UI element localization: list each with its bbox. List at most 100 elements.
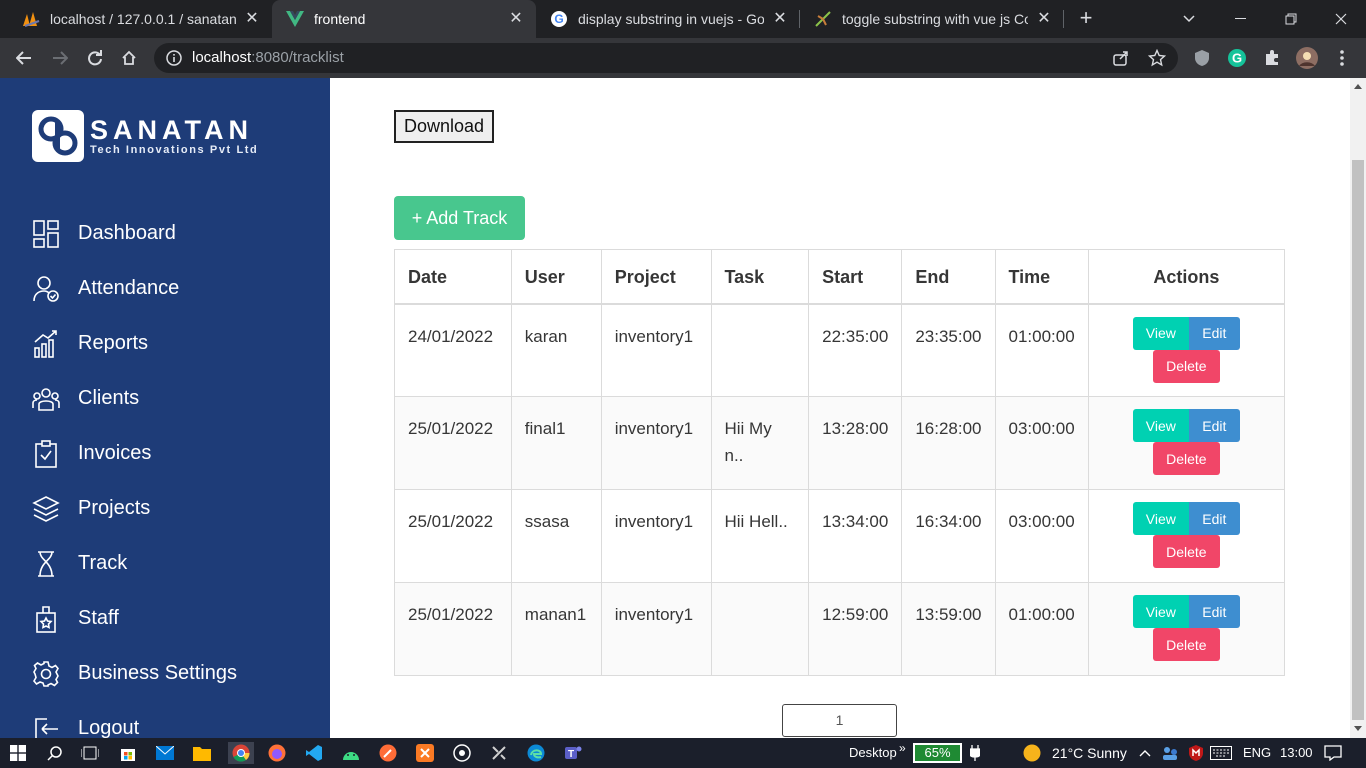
bookmark-star-icon[interactable] xyxy=(1147,48,1167,67)
share-icon[interactable] xyxy=(1112,49,1130,67)
scrollbar-thumb[interactable] xyxy=(1352,160,1364,720)
close-tab-icon[interactable]: ✕ xyxy=(772,11,788,27)
close-tab-icon[interactable]: ✕ xyxy=(244,11,260,27)
weather-sun-icon[interactable] xyxy=(1021,742,1043,764)
firefox-icon[interactable] xyxy=(266,742,288,764)
home-icon[interactable] xyxy=(117,46,141,70)
track-table: Date User Project Task Start End Time Ac… xyxy=(394,249,1286,676)
new-tab-button[interactable]: + xyxy=(1074,7,1098,31)
chrome-taskbar-icon[interactable] xyxy=(228,742,254,764)
browser-tab-bar: localhost / 127.0.0.1 / sanatantec ✕ fro… xyxy=(0,0,1366,38)
weather-text[interactable]: 21°C Sunny xyxy=(1052,745,1127,761)
brand-logo[interactable]: SANATAN Tech Innovations Pvt Ltd xyxy=(32,110,258,162)
sidebar-item-logout[interactable]: Logout xyxy=(0,701,330,738)
delete-button[interactable]: Delete xyxy=(1152,349,1220,383)
column-header-task[interactable]: Task xyxy=(710,249,810,305)
sidebar-item-dashboard[interactable]: Dashboard xyxy=(0,206,330,261)
sidebar-item-reports[interactable]: Reports xyxy=(0,316,330,371)
view-button[interactable]: View xyxy=(1132,502,1189,535)
toolbar-expand-icon[interactable]: » xyxy=(899,741,906,755)
close-tab-icon[interactable]: ✕ xyxy=(1036,11,1052,27)
tab-search-chevron-icon[interactable] xyxy=(1166,0,1212,38)
tab-frontend[interactable]: frontend ✕ xyxy=(272,0,536,38)
edit-button[interactable]: Edit xyxy=(1188,316,1240,350)
scroll-up-arrow-icon[interactable] xyxy=(1354,84,1362,89)
reload-icon[interactable] xyxy=(83,46,107,70)
delete-button[interactable]: Delete xyxy=(1152,535,1220,568)
mail-icon[interactable] xyxy=(154,742,176,764)
column-header-date[interactable]: Date xyxy=(394,249,512,305)
minimize-window-icon[interactable] xyxy=(1218,0,1264,38)
extensions-puzzle-icon[interactable] xyxy=(1261,47,1283,69)
delete-button[interactable]: Delete xyxy=(1152,442,1220,475)
back-arrow-icon[interactable] xyxy=(12,46,36,70)
add-track-button[interactable]: + Add Track xyxy=(394,196,525,240)
sidebar-item-invoices[interactable]: Invoices xyxy=(0,426,330,481)
column-header-user[interactable]: User xyxy=(510,249,602,305)
page-scrollbar[interactable] xyxy=(1350,78,1366,738)
edit-button[interactable]: Edit xyxy=(1188,595,1240,628)
close-window-icon[interactable] xyxy=(1318,0,1364,38)
xampp-icon[interactable] xyxy=(414,742,436,764)
postman-icon[interactable] xyxy=(377,742,399,764)
column-header-project[interactable]: Project xyxy=(600,249,712,305)
sidebar-item-staff[interactable]: Staff xyxy=(0,591,330,646)
column-header-start[interactable]: Start xyxy=(808,249,903,305)
vue-icon xyxy=(286,10,304,28)
keyboard-icon[interactable] xyxy=(1210,742,1232,764)
pagination-page-button[interactable]: 1 xyxy=(782,704,897,737)
store-icon[interactable] xyxy=(117,742,139,764)
site-info-icon[interactable] xyxy=(166,50,182,66)
edit-button[interactable]: Edit xyxy=(1188,409,1240,442)
view-button[interactable]: View xyxy=(1132,409,1189,442)
tray-chevron-up-icon[interactable] xyxy=(1134,742,1156,764)
cell-actions: View Edit Delete xyxy=(1087,303,1286,397)
edge-icon[interactable] xyxy=(525,742,547,764)
sidebar-item-projects[interactable]: Projects xyxy=(0,481,330,536)
delete-button[interactable]: Delete xyxy=(1152,628,1220,661)
file-explorer-icon[interactable] xyxy=(191,742,213,764)
tab-google-search[interactable]: G display substring in vuejs - Goog ✕ xyxy=(536,0,800,38)
tools-icon[interactable] xyxy=(488,742,510,764)
profile-avatar[interactable] xyxy=(1296,47,1318,69)
tab-grepper[interactable]: toggle substring with vue js Code ✕ xyxy=(800,0,1064,38)
view-button[interactable]: View xyxy=(1132,595,1189,628)
browser-menu-icon[interactable] xyxy=(1331,47,1353,69)
github-desktop-icon[interactable] xyxy=(451,742,473,764)
tab-phpmyadmin[interactable]: localhost / 127.0.0.1 / sanatantec ✕ xyxy=(8,0,272,38)
search-icon[interactable] xyxy=(44,742,66,764)
view-button[interactable]: View xyxy=(1132,316,1189,350)
windows-start-icon[interactable] xyxy=(7,742,29,764)
sidebar-item-clients[interactable]: Clients xyxy=(0,371,330,426)
cell-user: ssasa xyxy=(510,489,602,583)
download-button[interactable]: Download xyxy=(394,110,495,143)
sidebar-item-track[interactable]: Track xyxy=(0,536,330,591)
column-header-end[interactable]: End xyxy=(901,249,996,305)
scroll-down-arrow-icon[interactable] xyxy=(1354,726,1362,731)
forward-arrow-icon[interactable] xyxy=(48,46,72,70)
teams-icon[interactable]: T xyxy=(562,742,584,764)
android-studio-icon[interactable] xyxy=(340,742,362,764)
network-people-icon[interactable] xyxy=(1159,742,1181,764)
shield-extension-icon[interactable] xyxy=(1191,47,1213,69)
address-bar[interactable]: localhost:8080/tracklist xyxy=(154,43,1178,73)
projects-icon xyxy=(32,495,60,523)
task-view-icon[interactable] xyxy=(79,742,101,764)
clock[interactable]: 13:00 xyxy=(1280,745,1313,760)
column-header-actions: Actions xyxy=(1087,249,1286,305)
edit-button[interactable]: Edit xyxy=(1188,502,1240,535)
close-tab-icon[interactable]: ✕ xyxy=(508,11,524,27)
vscode-icon[interactable] xyxy=(303,742,325,764)
restore-window-icon[interactable] xyxy=(1268,0,1314,38)
svg-text:T: T xyxy=(568,749,574,760)
battery-indicator[interactable]: 65% xyxy=(913,743,962,763)
language-indicator[interactable]: ENG xyxy=(1243,745,1271,760)
grammarly-icon[interactable]: G xyxy=(1226,47,1248,69)
mcafee-shield-icon[interactable] xyxy=(1185,742,1207,764)
sidebar-item-business-settings[interactable]: Business Settings xyxy=(0,646,330,701)
desktop-toolbar-label[interactable]: Desktop xyxy=(849,745,897,760)
notification-center-icon[interactable] xyxy=(1322,742,1344,764)
sidebar-item-attendance[interactable]: Attendance xyxy=(0,261,330,316)
column-header-time[interactable]: Time xyxy=(994,249,1089,305)
windows-taskbar: T Desktop » 65% 21°C Sunny ENG 13:00 xyxy=(0,738,1366,768)
